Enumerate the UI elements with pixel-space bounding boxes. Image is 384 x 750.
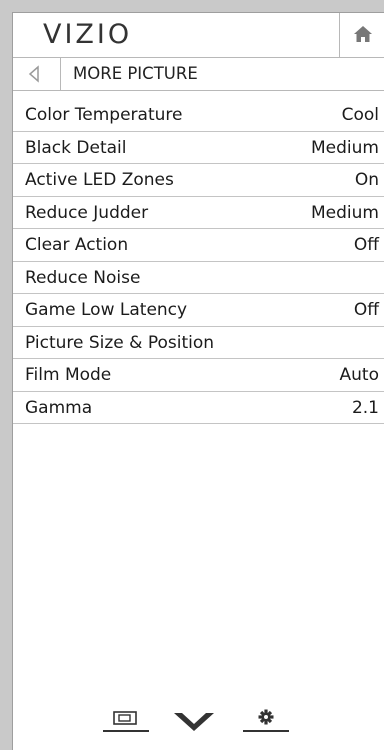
menu-item-value: 2.1 [351, 397, 379, 418]
menu-item-game-low-latency[interactable]: Game Low Latency Off [13, 294, 384, 327]
menu-panel: VIZIO MORE PICTURE Color Temperature Coo… [12, 12, 384, 750]
menu-item-black-detail[interactable]: Black Detail Medium [13, 132, 384, 164]
menu-item-value: Auto [339, 365, 379, 385]
menu-item-value: Medium [311, 137, 379, 158]
bottom-bar [13, 703, 384, 743]
menu-item-reduce-judder[interactable]: Reduce Judder Medium [13, 197, 384, 229]
menu-item-gamma[interactable]: Gamma 2.1 [13, 392, 384, 424]
menu-item-color-temperature[interactable]: Color Temperature Cool [13, 99, 384, 132]
menu-item-value: Off [353, 300, 379, 320]
menu-item-reduce-noise[interactable]: Reduce Noise [13, 262, 384, 294]
settings-gear-icon[interactable] [243, 707, 289, 733]
input-icon[interactable] [103, 707, 149, 733]
menu-item-picture-size-position[interactable]: Picture Size & Position [13, 327, 384, 359]
menu-item-value: On [354, 170, 379, 190]
menu-item-label: Film Mode [25, 365, 112, 385]
menu-item-label: Reduce Judder [25, 202, 149, 223]
back-button[interactable] [13, 58, 61, 90]
menu-titlebar: MORE PICTURE [13, 58, 384, 91]
menu-item-label: Color Temperature [25, 105, 183, 125]
menu-header: VIZIO [13, 13, 384, 58]
menu-item-label: Reduce Noise [25, 267, 141, 288]
menu-item-film-mode[interactable]: Film Mode Auto [13, 359, 384, 392]
menu-item-clear-action[interactable]: Clear Action Off [13, 229, 384, 262]
menu-item-label: Picture Size & Position [25, 332, 215, 353]
menu-item-label: Gamma [25, 397, 93, 418]
vizio-v-icon[interactable] [173, 711, 215, 733]
menu-item-label: Active LED Zones [25, 170, 174, 190]
vizio-logo: VIZIO [43, 19, 133, 50]
menu-list: Color Temperature Cool Black Detail Medi… [13, 99, 384, 424]
menu-item-value: Cool [341, 105, 379, 125]
menu-title: MORE PICTURE [73, 64, 198, 83]
menu-item-label: Game Low Latency [25, 300, 188, 320]
menu-item-active-led-zones[interactable]: Active LED Zones On [13, 164, 384, 197]
back-triangle-icon [28, 65, 39, 83]
menu-item-value: Off [353, 235, 379, 255]
menu-item-label: Black Detail [25, 137, 127, 158]
menu-item-value: Medium [311, 202, 379, 223]
menu-item-label: Clear Action [25, 235, 129, 255]
home-icon [354, 26, 372, 42]
home-button[interactable] [339, 13, 384, 57]
